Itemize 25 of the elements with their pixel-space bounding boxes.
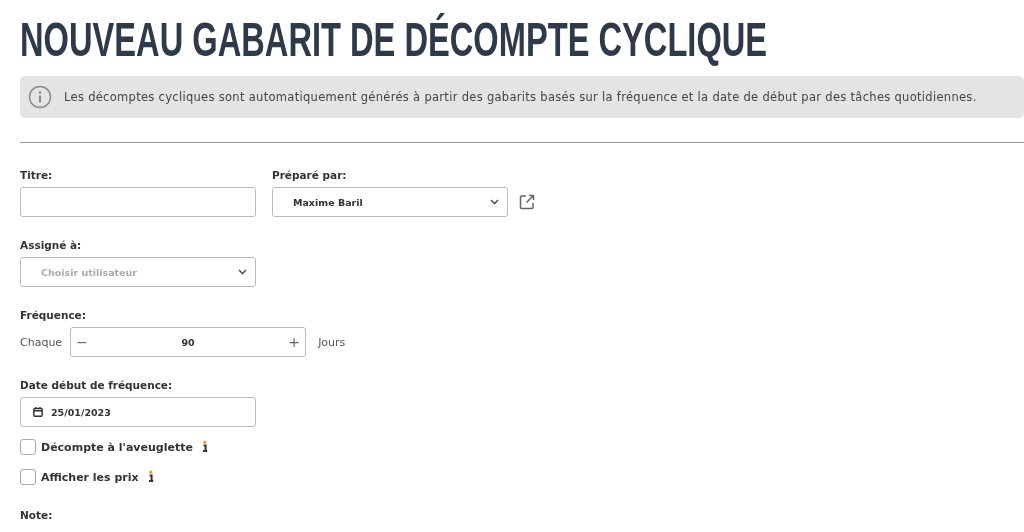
checkbox-label: Afficher les prix <box>41 470 139 484</box>
field-label: Assigné à: <box>20 239 83 251</box>
increment-button[interactable]: + <box>283 334 306 350</box>
frequency-stepper[interactable]: − 90 + <box>70 327 307 357</box>
field-label: Note: <box>20 509 53 521</box>
chevron-down-icon <box>238 269 247 275</box>
field-label: Fréquence: <box>20 309 87 321</box>
field-label: Date début de fréquence: <box>20 379 174 391</box>
date-input[interactable]: 25/01/2023 <box>20 397 256 427</box>
unit-text: Jours <box>318 335 346 349</box>
field-label: Préparé par: <box>272 169 348 181</box>
page-title: NOUVEAU GABARIT DE DÉCOMPTE CYCLIQUE <box>20 14 768 66</box>
field-label: Titre: <box>20 169 54 181</box>
prepared-by-select[interactable]: Maxime Baril <box>272 187 508 217</box>
decrement-button[interactable]: − <box>71 334 94 350</box>
checkbox[interactable] <box>20 439 36 455</box>
prefix-text: Chaque <box>20 335 63 349</box>
external-link-icon[interactable] <box>518 193 536 211</box>
checkbox[interactable] <box>20 469 36 485</box>
checkbox-label: Décompte à l'aveuglette <box>41 440 193 454</box>
chevron-down-icon <box>490 199 499 205</box>
calendar-icon <box>33 407 43 417</box>
info-icon <box>28 85 52 109</box>
title-input[interactable] <box>20 187 256 217</box>
info-text: Les décomptes cycliques sont automatiquement générés à partir des gabarits basés sur la fréquence et la date de début par des tâches quotidiennes. <box>64 90 977 104</box>
